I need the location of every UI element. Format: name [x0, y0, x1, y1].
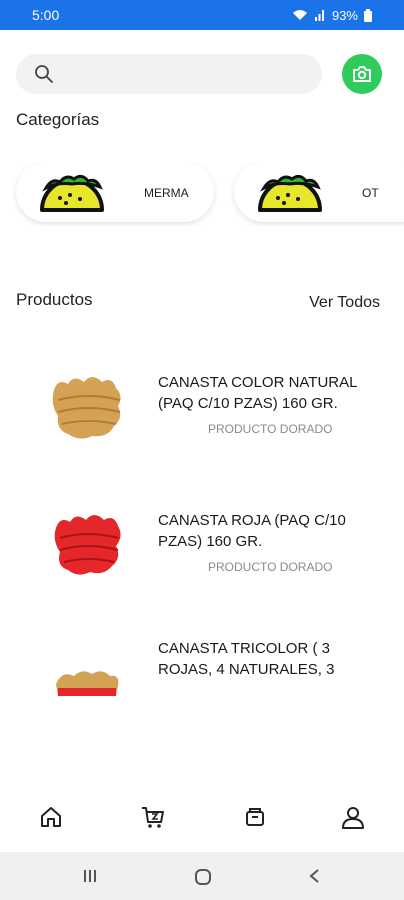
status-bar: 5:00 93%	[0, 0, 404, 30]
category-label: OT	[362, 186, 379, 200]
bottom-navigation	[0, 790, 404, 850]
product-name: CANASTA ROJA (PAQ C/10 PZAS) 160 GR.	[158, 512, 346, 550]
product-name: CANASTA COLOR NATURAL (PAQ C/10 PZAS) 16…	[158, 374, 357, 412]
category-card-ot[interactable]: OT	[234, 162, 404, 222]
status-time: 5:00	[32, 7, 60, 23]
categories-carousel[interactable]: MERMA OT	[0, 162, 404, 226]
recent-apps-icon[interactable]	[82, 868, 98, 884]
profile-icon[interactable]	[340, 804, 366, 830]
home-icon[interactable]	[38, 804, 64, 830]
cart-icon[interactable]	[140, 804, 166, 830]
signal-icon	[314, 10, 324, 21]
orders-icon[interactable]	[242, 804, 268, 830]
wifi-icon	[292, 10, 307, 20]
battery-icon	[364, 8, 372, 22]
taco-icon	[258, 174, 322, 212]
taco-icon	[40, 174, 104, 212]
product-item[interactable]: CANASTA TRICOLOR ( 3 ROJAS, 4 NATURALES,…	[0, 616, 404, 736]
product-image	[54, 515, 121, 575]
product-image	[56, 671, 119, 696]
product-item[interactable]: CANASTA ROJA (PAQ C/10 PZAS) 160 GR. PRO…	[0, 488, 404, 608]
product-name: CANASTA TRICOLOR ( 3 ROJAS, 4 NATURALES,…	[158, 640, 335, 678]
search-icon	[35, 65, 53, 83]
products-title: Productos	[16, 290, 93, 309]
camera-icon	[353, 66, 371, 82]
system-navigation-bar	[0, 852, 404, 900]
back-icon[interactable]	[308, 868, 322, 884]
status-icons: 93%	[292, 8, 372, 23]
category-card-merma[interactable]: MERMA	[16, 162, 214, 222]
see-all-link[interactable]: Ver Todos	[309, 294, 380, 312]
product-item[interactable]: CANASTA COLOR NATURAL (PAQ C/10 PZAS) 16…	[0, 350, 404, 470]
categories-title: Categorías	[16, 110, 100, 129]
search-input[interactable]	[16, 54, 322, 94]
category-label: MERMA	[144, 186, 189, 200]
product-tag: PRODUCTO DORADO	[208, 560, 333, 574]
product-tag: PRODUCTO DORADO	[208, 422, 333, 436]
product-image	[52, 377, 121, 439]
battery-percent: 93%	[331, 7, 358, 23]
search-row	[16, 54, 388, 94]
camera-button[interactable]	[342, 54, 382, 94]
home-nav-icon[interactable]	[194, 868, 212, 886]
